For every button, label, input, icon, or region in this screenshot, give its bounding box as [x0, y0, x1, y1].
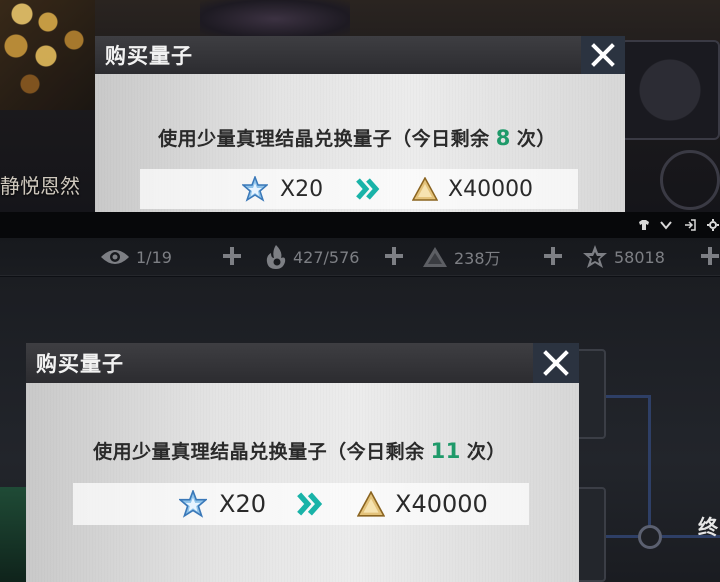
- give-item: X20: [179, 490, 266, 518]
- remaining-count: 11: [430, 439, 461, 463]
- character-silhouette: [200, 0, 350, 38]
- eye-icon: [101, 250, 129, 264]
- settings-icon[interactable]: [707, 219, 719, 231]
- stamina-stat: 427/576: [265, 238, 359, 276]
- mini-toolbar: [0, 212, 720, 238]
- stamina-value: 427/576: [293, 247, 360, 267]
- quantum-stat: 238万: [422, 238, 501, 276]
- give-amount: X20: [219, 490, 266, 518]
- add-stamina-button[interactable]: [384, 246, 404, 266]
- background-ring: [660, 150, 720, 210]
- vision-value: 1/19: [136, 247, 172, 267]
- remaining-count: 8: [495, 126, 511, 150]
- close-icon: [591, 43, 615, 67]
- get-item: X40000: [412, 177, 533, 202]
- exchange-row: X20 X40000: [73, 483, 529, 525]
- give-amount: X20: [280, 176, 324, 202]
- close-icon: [543, 350, 569, 376]
- description-suffix: 次）: [466, 441, 506, 463]
- background-connector: [648, 395, 651, 535]
- dialog-body: 使用少量真理结晶兑换量子（今日剩余 8 次） X20 X40000: [95, 74, 625, 212]
- get-item: X40000: [357, 490, 488, 518]
- exchange-description: 使用少量真理结晶兑换量子（今日剩余 11 次）: [26, 437, 579, 464]
- give-item: X20: [242, 176, 323, 202]
- description-suffix: 次）: [516, 128, 556, 150]
- crystal-star-icon: [179, 490, 207, 518]
- background-label: 终: [698, 515, 718, 539]
- add-quantum-button[interactable]: [543, 246, 563, 266]
- buy-quantum-dialog-bottom: 购买量子 使用少量真理结晶兑换量子（今日剩余 11 次） X20 X40000: [26, 343, 579, 582]
- vision-stat: 1/19: [100, 238, 172, 276]
- background-connector: [606, 395, 650, 398]
- shirt-icon[interactable]: [638, 219, 650, 231]
- quantum-pyramid-icon: [423, 247, 447, 267]
- close-button[interactable]: [581, 36, 625, 74]
- double-chevron-right-icon: [297, 492, 323, 516]
- top-game-scene: 静悦恩然 购买量子 使用少量真理结晶兑换量子（今日剩余 8 次） X20 X40…: [0, 0, 720, 212]
- background-node: [638, 525, 662, 549]
- crystal-star-icon: [242, 176, 268, 202]
- close-button[interactable]: [533, 343, 579, 383]
- exchange-row: X20 X40000: [140, 169, 578, 209]
- background-character-name: 静悦恩然: [0, 174, 80, 198]
- crystal-star-icon: [583, 245, 607, 268]
- description-prefix: 使用少量真理结晶兑换量子（今日剩余: [158, 128, 490, 150]
- quantum-value: 238万: [454, 249, 501, 268]
- chevron-down-icon[interactable]: [660, 219, 672, 231]
- dialog-header: 购买量子: [95, 36, 625, 74]
- dialog-title: 购买量子: [105, 43, 193, 68]
- bottom-game-scene: 终 购买量子 使用少量真理结晶兑换量子（今日剩余 11 次） X20 X4000…: [0, 277, 720, 582]
- background-emblem: [620, 40, 720, 140]
- get-amount: X40000: [395, 490, 488, 518]
- crystal-stat: 58018: [582, 238, 665, 276]
- gold-ornament-decoration: [0, 0, 95, 110]
- double-chevron-right-icon: [356, 178, 380, 200]
- dialog-body: 使用少量真理结晶兑换量子（今日剩余 11 次） X20 X40000: [26, 383, 579, 582]
- exit-icon[interactable]: [684, 219, 696, 231]
- crystal-value: 58018: [614, 247, 665, 267]
- description-prefix: 使用少量真理结晶兑换量子（今日剩余: [93, 441, 425, 463]
- exchange-description: 使用少量真理结晶兑换量子（今日剩余 8 次）: [95, 124, 625, 151]
- get-amount: X40000: [448, 176, 534, 202]
- add-crystal-button[interactable]: [700, 246, 720, 266]
- buy-quantum-dialog-top: 购买量子 使用少量真理结晶兑换量子（今日剩余 8 次） X20 X40000: [95, 36, 625, 212]
- resource-status-bar: 1/19 427/576 238万 58018: [0, 238, 720, 276]
- dialog-header: 购买量子: [26, 343, 579, 383]
- quantum-pyramid-icon: [357, 491, 385, 517]
- dialog-title: 购买量子: [36, 351, 124, 376]
- add-vision-button[interactable]: [222, 246, 242, 266]
- quantum-pyramid-icon: [412, 177, 438, 201]
- flame-icon: [266, 245, 286, 269]
